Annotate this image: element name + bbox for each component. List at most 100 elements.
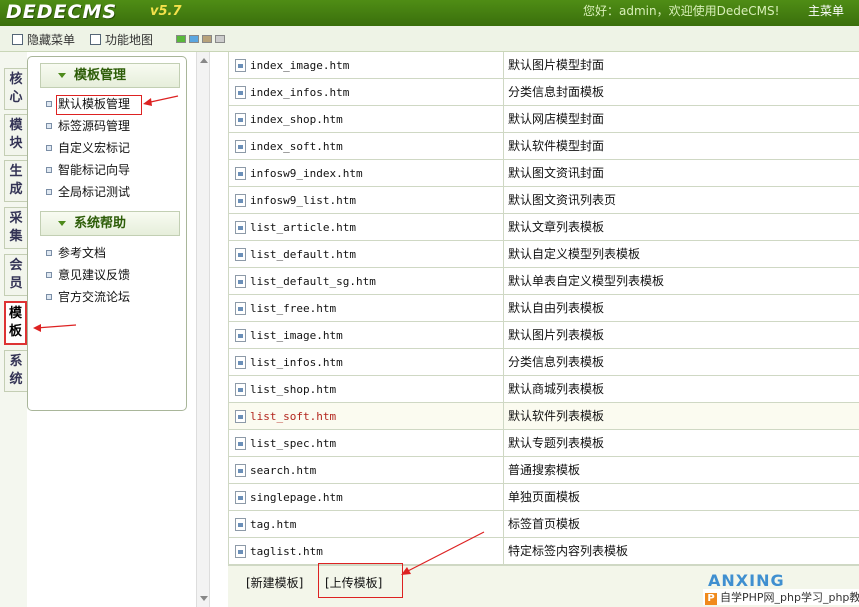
file-name: infosw9_index.htm bbox=[250, 167, 363, 180]
theme-swatch-gray[interactable] bbox=[215, 35, 225, 43]
file-name-link[interactable]: index_image.htm bbox=[228, 52, 504, 79]
file-name: list_image.htm bbox=[250, 329, 343, 342]
table-row: tag.htm 标签首页模板 bbox=[228, 511, 859, 538]
vertical-tabs: 核心 模块 生成 采集 会员 模板 系统 bbox=[0, 52, 27, 607]
file-description: 默认软件模型封面 bbox=[508, 139, 605, 153]
main-menu-link[interactable]: 主菜单 bbox=[808, 2, 844, 19]
file-icon bbox=[235, 410, 246, 423]
menu-item-global-tag-test[interactable]: 全局标记测试 bbox=[46, 183, 130, 201]
file-icon bbox=[235, 221, 246, 234]
file-name-link[interactable]: index_shop.htm bbox=[228, 106, 504, 133]
theme-swatch-green[interactable] bbox=[176, 35, 186, 43]
theme-swatch-brown[interactable] bbox=[202, 35, 212, 43]
table-row: list_article.htm 默认文章列表模板 bbox=[228, 214, 859, 241]
file-name-link[interactable]: taglist.htm bbox=[228, 538, 504, 565]
bullet-icon bbox=[46, 167, 52, 173]
bullet-icon bbox=[46, 250, 52, 256]
tab-collect[interactable]: 采集 bbox=[4, 207, 27, 249]
collapse-triangle-icon bbox=[58, 221, 66, 226]
file-description: 默认图片模型封面 bbox=[508, 58, 605, 72]
file-name-link[interactable]: list_infos.htm bbox=[228, 349, 504, 376]
file-name-link[interactable]: search.htm bbox=[228, 457, 504, 484]
tab-members[interactable]: 会员 bbox=[4, 254, 27, 296]
table-row: infosw9_index.htm 默认图文资讯封面 bbox=[228, 160, 859, 187]
file-description: 分类信息封面模板 bbox=[508, 85, 605, 99]
table-row: list_image.htm 默认图片列表模板 bbox=[228, 322, 859, 349]
hide-menu-button[interactable]: 隐藏菜单 bbox=[12, 31, 75, 48]
file-name: list_default_sg.htm bbox=[250, 275, 376, 288]
menu-item-label: 官方交流论坛 bbox=[58, 290, 131, 304]
section-title: 模板管理 bbox=[74, 68, 127, 83]
tab-modules[interactable]: 模块 bbox=[4, 114, 27, 156]
watermark-label: 自学PHP网_php学习_php教 bbox=[720, 591, 859, 604]
section-system-help[interactable]: 系统帮助 bbox=[40, 211, 180, 236]
tab-core[interactable]: 核心 bbox=[4, 68, 27, 110]
menu-item-official-forum[interactable]: 官方交流论坛 bbox=[46, 288, 130, 306]
file-name-link[interactable]: list_default.htm bbox=[228, 241, 504, 268]
tab-templates[interactable]: 模板 bbox=[4, 301, 27, 345]
menu-item-feedback[interactable]: 意见建议反馈 bbox=[46, 266, 130, 284]
file-icon bbox=[235, 302, 246, 315]
scroll-up-icon[interactable] bbox=[200, 58, 208, 63]
function-map-button[interactable]: 功能地图 bbox=[90, 31, 153, 48]
scroll-down-icon[interactable] bbox=[200, 596, 208, 601]
file-name-link[interactable]: singlepage.htm bbox=[228, 484, 504, 511]
tab-system[interactable]: 系统 bbox=[4, 350, 27, 392]
menu-item-reference-docs[interactable]: 参考文档 bbox=[46, 244, 106, 262]
file-name-link[interactable]: tag.htm bbox=[228, 511, 504, 538]
menu-item-smart-tag-wizard[interactable]: 智能标记向导 bbox=[46, 161, 130, 179]
p-logo-icon: P bbox=[705, 593, 717, 605]
toolbar: 隐藏菜单 功能地图 bbox=[0, 26, 859, 52]
menu-item-tag-source[interactable]: 标签源码管理 bbox=[46, 117, 130, 135]
file-description: 默认图文资讯封面 bbox=[508, 166, 605, 180]
file-description: 默认图片列表模板 bbox=[508, 328, 605, 342]
file-name: list_soft.htm bbox=[250, 410, 337, 423]
bullet-icon bbox=[46, 189, 52, 195]
file-name-link[interactable]: list_soft.htm bbox=[228, 403, 504, 430]
file-name-link[interactable]: infosw9_index.htm bbox=[228, 160, 504, 187]
menu-item-label: 标签源码管理 bbox=[58, 119, 131, 133]
bullet-icon bbox=[46, 294, 52, 300]
file-name-link[interactable]: list_default_sg.htm bbox=[228, 268, 504, 295]
table-row: taglist.htm 特定标签内容列表模板 bbox=[228, 538, 859, 565]
theme-swatch-blue[interactable] bbox=[189, 35, 199, 43]
file-icon bbox=[235, 383, 246, 396]
file-name-link[interactable]: index_soft.htm bbox=[228, 133, 504, 160]
table-row: index_soft.htm 默认软件模型封面 bbox=[228, 133, 859, 160]
file-name-link[interactable]: list_shop.htm bbox=[228, 376, 504, 403]
file-name: index_infos.htm bbox=[250, 86, 350, 99]
hide-menu-label: 隐藏菜单 bbox=[27, 33, 76, 47]
content-scrollbar[interactable] bbox=[196, 52, 210, 607]
section-template-management[interactable]: 模板管理 bbox=[40, 63, 180, 88]
menu-item-label: 意见建议反馈 bbox=[58, 268, 131, 282]
menu-item-custom-macro[interactable]: 自定义宏标记 bbox=[46, 139, 130, 157]
dedecms-logo: DEDECMS bbox=[6, 1, 118, 23]
tab-generate[interactable]: 生成 bbox=[4, 160, 27, 202]
table-row: list_soft.htm 默认软件列表模板 bbox=[228, 403, 859, 430]
function-map-label: 功能地图 bbox=[105, 33, 154, 47]
file-description: 标签首页模板 bbox=[508, 517, 581, 531]
new-template-link[interactable]: [新建模板] bbox=[246, 574, 303, 591]
table-row: index_image.htm 默认图片模型封面 bbox=[228, 52, 859, 79]
file-icon bbox=[235, 167, 246, 180]
file-description: 默认专题列表模板 bbox=[508, 436, 605, 450]
file-name-link[interactable]: list_image.htm bbox=[228, 322, 504, 349]
file-name-link[interactable]: list_free.htm bbox=[228, 295, 504, 322]
file-name-link[interactable]: infosw9_list.htm bbox=[228, 187, 504, 214]
menu-item-label: 全局标记测试 bbox=[58, 185, 131, 199]
file-name: list_article.htm bbox=[250, 221, 356, 234]
file-icon bbox=[235, 86, 246, 99]
file-description: 单独页面模板 bbox=[508, 490, 581, 504]
file-description: 默认软件列表模板 bbox=[508, 409, 605, 423]
watermark-text: P 自学PHP网_php学习_php教 bbox=[703, 589, 859, 605]
file-name-link[interactable]: list_spec.htm bbox=[228, 430, 504, 457]
file-icon bbox=[235, 113, 246, 126]
file-name-link[interactable]: list_article.htm bbox=[228, 214, 504, 241]
section-title: 系统帮助 bbox=[74, 216, 127, 231]
table-row: list_default.htm 默认自定义模型列表模板 bbox=[228, 241, 859, 268]
table-row: list_shop.htm 默认商城列表模板 bbox=[228, 376, 859, 403]
table-row: list_infos.htm 分类信息列表模板 bbox=[228, 349, 859, 376]
file-name: index_shop.htm bbox=[250, 113, 343, 126]
table-row: singlepage.htm 单独页面模板 bbox=[228, 484, 859, 511]
file-name-link[interactable]: index_infos.htm bbox=[228, 79, 504, 106]
